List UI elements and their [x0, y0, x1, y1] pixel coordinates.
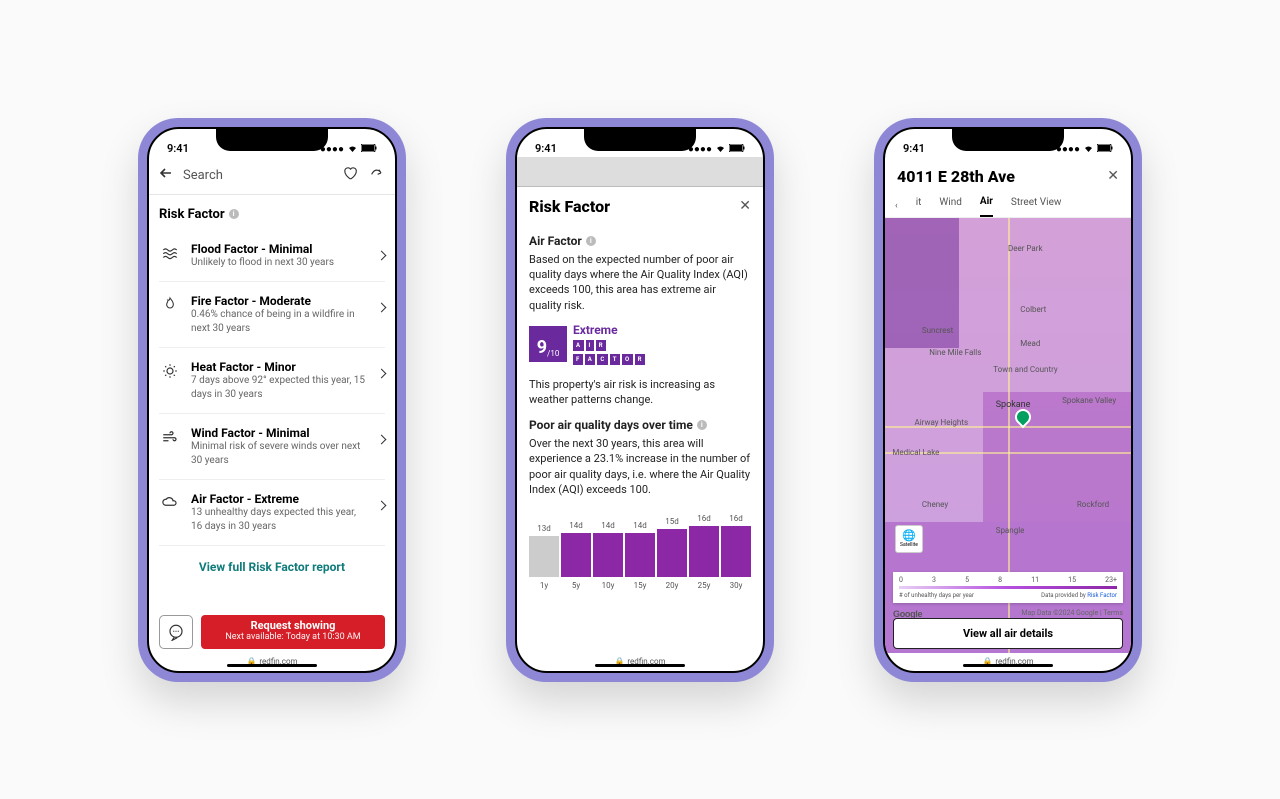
- modal-title: Risk Factor: [529, 197, 610, 216]
- battery-icon: [1097, 144, 1113, 155]
- air-factor-heading: Air Factor i: [529, 234, 751, 248]
- status-time: 9:41: [903, 142, 925, 155]
- favorite-icon[interactable]: [341, 164, 359, 186]
- tab-air[interactable]: Air: [980, 196, 993, 217]
- tab-wind[interactable]: Wind: [939, 197, 961, 216]
- risk-increasing-text: This property's air risk is increasing a…: [529, 377, 751, 408]
- risk-item-heat[interactable]: Heat Factor - Minor 7 days above 92° exp…: [159, 348, 385, 414]
- map-label: Spangle: [996, 526, 1025, 535]
- tab-prev-arrow[interactable]: ‹: [895, 201, 898, 211]
- chevron-right-icon: [377, 250, 387, 260]
- dimmed-background: [517, 157, 763, 187]
- close-icon[interactable]: ✕: [1107, 168, 1119, 184]
- risk-item-fire[interactable]: Fire Factor - Moderate 0.46% chance of b…: [159, 282, 385, 348]
- fire-icon: [159, 294, 181, 316]
- view-tabs: ‹ it Wind Air Street View: [885, 192, 1131, 218]
- tab-prev[interactable]: it: [916, 197, 922, 216]
- map-label: Town and Country: [993, 365, 1057, 374]
- map-label: Spokane Valley: [1062, 396, 1116, 405]
- info-icon[interactable]: i: [229, 209, 239, 219]
- browser-url: 🔒 redfin.com: [149, 653, 395, 671]
- risk-item-air[interactable]: Air Factor - Extreme 13 unhealthy days e…: [159, 480, 385, 546]
- chevron-right-icon: [377, 435, 387, 445]
- chart-heading: Poor air quality days over time i: [529, 418, 751, 432]
- close-icon[interactable]: ✕: [739, 198, 751, 214]
- satellite-toggle[interactable]: 🌐 Satellite: [895, 525, 923, 553]
- full-report-link[interactable]: View full Risk Factor report: [159, 546, 385, 588]
- map-label: Colbert: [1020, 305, 1046, 314]
- status-indicators: ●●●●: [320, 144, 377, 155]
- map-legend: 0358111523+ # of unhealthy days per year…: [893, 572, 1123, 603]
- map-label: Mead: [1020, 339, 1040, 348]
- status-indicators: ●●●●: [688, 144, 745, 155]
- wifi-icon: [1083, 144, 1094, 155]
- chevron-right-icon: [377, 501, 387, 511]
- battery-icon: [729, 144, 745, 155]
- nav-row: Search: [149, 157, 395, 195]
- score-label: Extreme: [573, 323, 645, 337]
- air-quality-map[interactable]: Deer Park Suncrest Colbert Nine Mile Fal…: [885, 218, 1131, 653]
- chat-button[interactable]: [159, 615, 193, 649]
- risk-factor-link[interactable]: Risk Factor: [1087, 592, 1117, 599]
- risk-item-flood[interactable]: Flood Factor - Minimal Unlikely to flood…: [159, 230, 385, 283]
- map-label: Deer Park: [1008, 244, 1043, 253]
- phone-risk-list: 9:41 ●●●● Search: [138, 118, 406, 682]
- phone-map-view: 9:41 ●●●● 4011 E 28th Ave ✕ ‹ it Wind Ai…: [874, 118, 1142, 682]
- map-label: Nine Mile Falls: [929, 348, 981, 357]
- status-indicators: ●●●●: [1056, 144, 1113, 155]
- browser-url: 🔒 redfin.com: [885, 653, 1131, 671]
- view-air-details-button[interactable]: View all air details: [893, 618, 1123, 649]
- section-title: Risk Factor i: [159, 195, 385, 230]
- map-label: Suncrest: [922, 326, 953, 335]
- browser-url: 🔒 redfin.com: [517, 653, 763, 671]
- risk-item-wind[interactable]: Wind Factor - Minimal Minimal risk of se…: [159, 414, 385, 480]
- globe-icon: 🌐: [902, 529, 916, 542]
- chevron-right-icon: [377, 369, 387, 379]
- chevron-right-icon: [377, 303, 387, 313]
- chart-desc: Over the next 30 years, this area will e…: [529, 436, 751, 498]
- modal-header: Risk Factor ✕: [517, 187, 763, 224]
- air-icon: [159, 492, 181, 516]
- battery-icon: [361, 144, 377, 155]
- flood-icon: [159, 242, 181, 266]
- score-value: 9: [537, 337, 547, 358]
- wind-icon: [159, 426, 181, 450]
- address-title: 4011 E 28th Ave: [897, 167, 1015, 186]
- status-time: 9:41: [167, 142, 189, 155]
- air-quality-chart: 13d14d14d14d15d16d16d1y5y10y15y20y25y30y: [529, 507, 751, 590]
- tab-street-view[interactable]: Street View: [1011, 197, 1061, 216]
- share-icon[interactable]: [369, 165, 385, 185]
- map-label: Medical Lake: [892, 448, 939, 457]
- air-factor-desc: Based on the expected number of poor air…: [529, 252, 751, 314]
- map-label: Rockford: [1077, 500, 1109, 509]
- terms-link[interactable]: Terms: [1103, 609, 1123, 617]
- air-factor-logo: AIR: [573, 340, 645, 351]
- phone-air-detail: 9:41 ●●●● Risk Factor ✕ Air Factor i Bas…: [506, 118, 774, 682]
- map-label: Cheney: [922, 500, 948, 509]
- info-icon[interactable]: i: [586, 236, 596, 246]
- info-icon[interactable]: i: [697, 420, 707, 430]
- map-label: Airway Heights: [915, 418, 969, 427]
- status-time: 9:41: [535, 142, 557, 155]
- back-icon[interactable]: [159, 166, 173, 184]
- wifi-icon: [347, 144, 358, 155]
- search-input[interactable]: Search: [183, 168, 331, 183]
- air-score-badge: 9 /10 Extreme AIR FACTOR: [529, 323, 751, 365]
- request-showing-button[interactable]: Request showing Next available: Today at…: [201, 615, 385, 649]
- heat-icon: [159, 360, 181, 384]
- wifi-icon: [715, 144, 726, 155]
